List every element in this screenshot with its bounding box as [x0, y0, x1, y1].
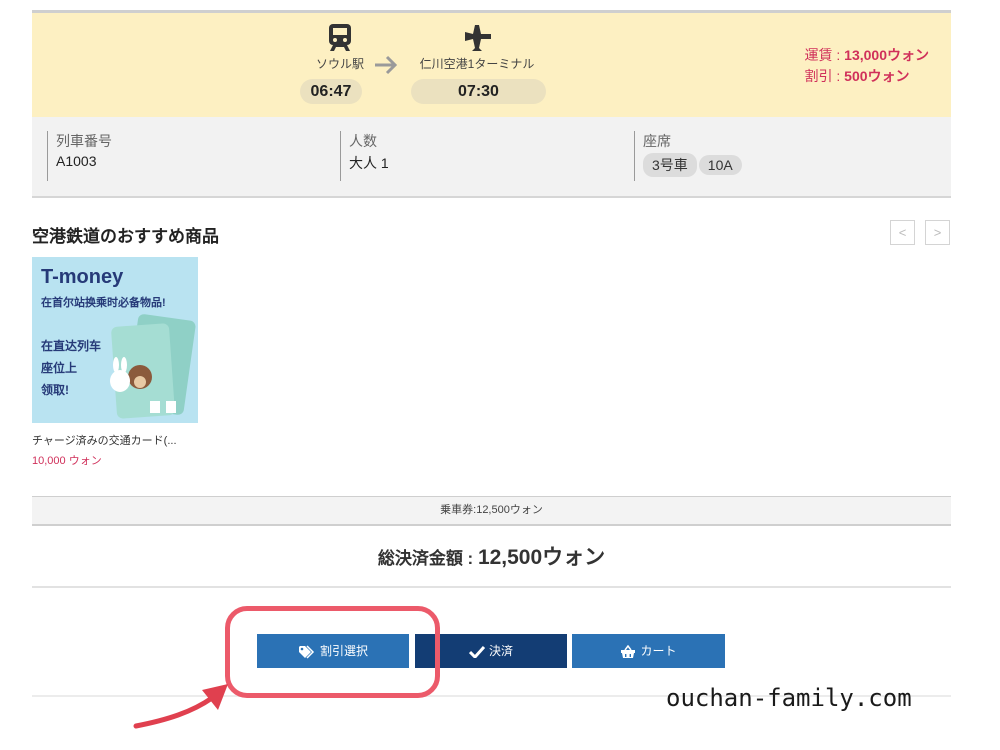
product-price: 10,000 ウォン	[32, 455, 102, 467]
train-icon	[329, 24, 351, 51]
origin-station: ソウル駅	[299, 23, 381, 72]
product-name[interactable]: チャージ済みの交通カード(...	[32, 432, 198, 448]
cart-button[interactable]: カート	[572, 634, 725, 668]
departure-time: 06:47	[300, 79, 362, 104]
total-payment: 総決済金額 : 12,500ウォン	[32, 541, 951, 571]
fare-value: 13,000ウォン	[844, 47, 929, 63]
total-value: 12,500ウォン	[477, 546, 606, 569]
route-panel: ソウル駅 06:47 仁川空港1ターミナル 07:30 運賃 : 13,000ウ…	[32, 13, 951, 117]
site-watermark: ouchan-family.com	[666, 684, 912, 712]
discount-value: 500ウォン	[844, 68, 910, 84]
ticket-price-line: 乗車券:12,500ウォン	[32, 496, 951, 526]
arrival-time: 07:30	[411, 79, 546, 104]
fare-summary: 運賃 : 13,000ウォン 割引 : 500ウォン	[805, 45, 930, 87]
destination-name: 仁川空港1ターミナル	[419, 57, 535, 71]
total-label: 総決済金額 :	[377, 549, 478, 568]
carousel-next-button[interactable]: >	[925, 220, 950, 245]
product-image[interactable]: T-money 在首尔站换乘时必备物品! 在直达列车 座位上 领取!	[32, 257, 198, 423]
carousel-prev-button[interactable]: <	[890, 220, 915, 245]
people-label: 人数	[349, 133, 377, 149]
discount-label: 割引 :	[804, 68, 845, 84]
seat-label: 座席	[643, 133, 671, 149]
seat-car-chip: 3号車	[643, 153, 697, 177]
people-col: 人数 大人 1	[340, 131, 389, 181]
card-illustration	[110, 314, 196, 419]
arrow-right-icon	[375, 55, 398, 75]
train-number-value: A1003	[56, 153, 97, 169]
ticket-info-panel: 列車番号 A1003 人数 大人 1 座席 3号車 10A	[32, 117, 951, 198]
recommend-title: 空港鉄道のおすすめ商品	[32, 227, 219, 246]
destination-station: 仁川空港1ターミナル	[412, 23, 542, 72]
airplane-icon	[465, 25, 491, 51]
people-value: 大人 1	[349, 155, 389, 171]
seat-col: 座席 3号車 10A	[634, 131, 744, 181]
origin-name: ソウル駅	[315, 57, 364, 71]
total-divider	[32, 586, 951, 588]
callout-arrow-icon	[133, 684, 228, 729]
check-icon	[468, 646, 486, 660]
seat-number-chip: 10A	[698, 155, 742, 175]
highlight-annotation	[225, 606, 440, 698]
basket-icon	[621, 644, 636, 658]
train-number-col: 列車番号 A1003	[47, 131, 112, 181]
product-card[interactable]: T-money 在首尔站换乘时必备物品! 在直达列车 座位上 领取! チャージ済…	[32, 257, 198, 468]
cart-label: カート	[640, 644, 677, 658]
fare-label: 運賃 :	[804, 47, 845, 63]
train-number-label: 列車番号	[56, 133, 112, 149]
pay-label: 決済	[488, 644, 513, 658]
